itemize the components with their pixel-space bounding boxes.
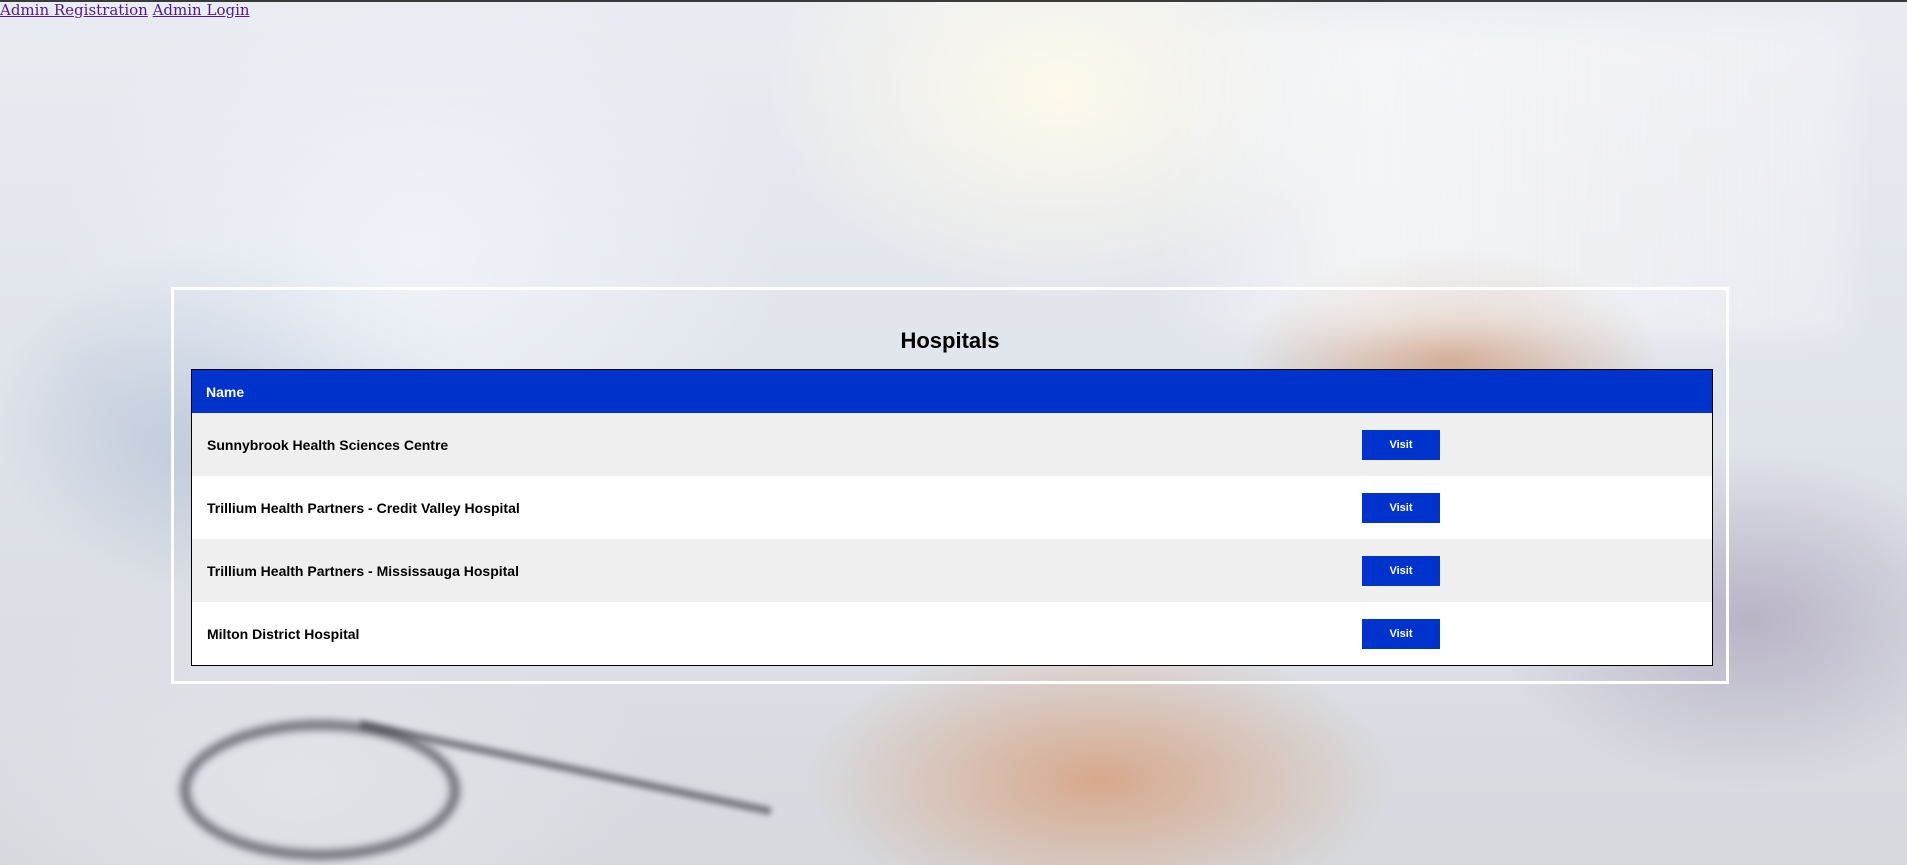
table-row: Milton District Hospital Visit <box>192 602 1712 665</box>
action-cell: Visit <box>1362 413 1712 476</box>
table-row: Trillium Health Partners - Credit Valley… <box>192 476 1712 539</box>
top-border <box>0 0 1907 2</box>
visit-button[interactable]: Visit <box>1362 429 1440 460</box>
table-row: Trillium Health Partners - Mississauga H… <box>192 539 1712 602</box>
hospitals-table: Name Sunnybrook Health Sciences Centre V… <box>192 370 1712 665</box>
visit-button[interactable]: Visit <box>1362 555 1440 586</box>
visit-button[interactable]: Visit <box>1362 618 1440 649</box>
table-header-row: Name <box>192 370 1712 413</box>
background-glasses <box>180 720 460 860</box>
hospitals-panel: Hospitals Name Sunnybrook Health Science… <box>171 287 1729 684</box>
admin-login-link[interactable]: Admin Login <box>153 1 250 19</box>
action-cell: Visit <box>1362 602 1712 665</box>
page-title: Hospitals <box>900 328 1000 353</box>
visit-button[interactable]: Visit <box>1362 492 1440 523</box>
admin-registration-link[interactable]: Admin Registration <box>0 1 148 19</box>
table-row: Sunnybrook Health Sciences Centre Visit <box>192 413 1712 476</box>
admin-nav: Admin Registration Admin Login <box>0 1 250 19</box>
column-header-action <box>1362 370 1712 413</box>
action-cell: Visit <box>1362 539 1712 602</box>
hospital-name: Milton District Hospital <box>207 625 360 642</box>
hospital-name: Trillium Health Partners - Credit Valley… <box>207 499 520 516</box>
hospitals-table-container: Name Sunnybrook Health Sciences Centre V… <box>191 369 1713 666</box>
column-header-name: Name <box>206 383 245 400</box>
hospital-name: Sunnybrook Health Sciences Centre <box>207 436 449 453</box>
action-cell: Visit <box>1362 476 1712 539</box>
hospital-name: Trillium Health Partners - Mississauga H… <box>207 562 519 579</box>
